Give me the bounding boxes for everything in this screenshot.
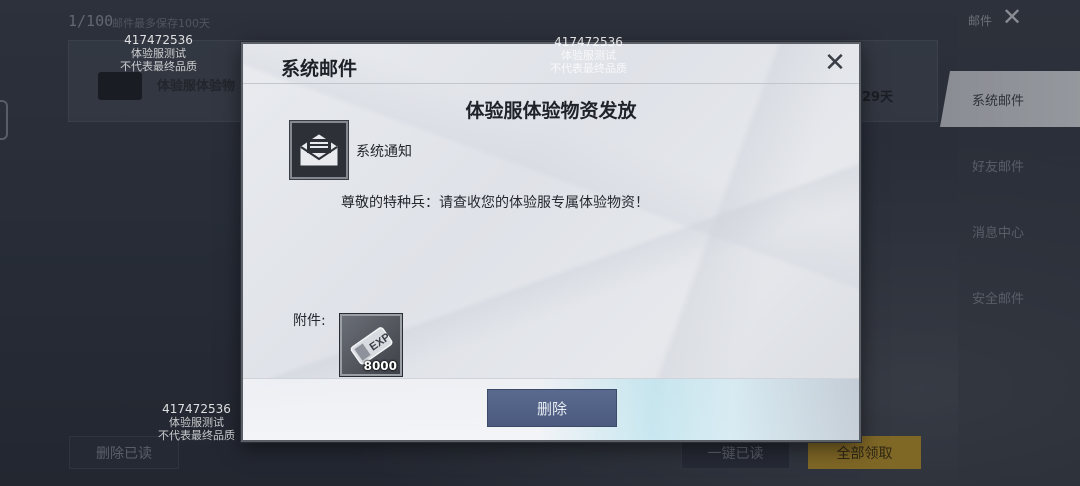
attachment-item[interactable]: EXP 8000 <box>339 313 403 377</box>
mail-body-text: 尊敬的特种兵：请查收您的体验服专属体验物资！ <box>341 195 649 211</box>
attachment-quantity: 8000 <box>363 359 397 373</box>
watermark: 417472536 体验服测试 不代表最终品质 <box>120 33 197 74</box>
dialog-footer: 删除 <box>243 378 859 440</box>
watermark: 417472536 体验服测试 不代表最终品质 <box>158 402 235 443</box>
watermark: 417472536 体验服测试 不代表最终品质 <box>550 35 627 76</box>
delete-button[interactable]: 删除 <box>487 389 617 427</box>
mail-subject: 体验服体验物资发放 <box>465 100 637 122</box>
dialog-title: 系统邮件 <box>281 58 358 80</box>
attachment-label: 附件: <box>293 313 326 329</box>
close-icon[interactable]: ✕ <box>821 50 849 78</box>
mail-envelope-icon <box>289 120 349 180</box>
mail-detail-dialog: 系统邮件 ✕ 体验服体验物资发放 系统通知 尊敬的特种兵：请查收您的体验服专属体… <box>241 42 861 442</box>
sender-name: 系统通知 <box>356 144 412 160</box>
